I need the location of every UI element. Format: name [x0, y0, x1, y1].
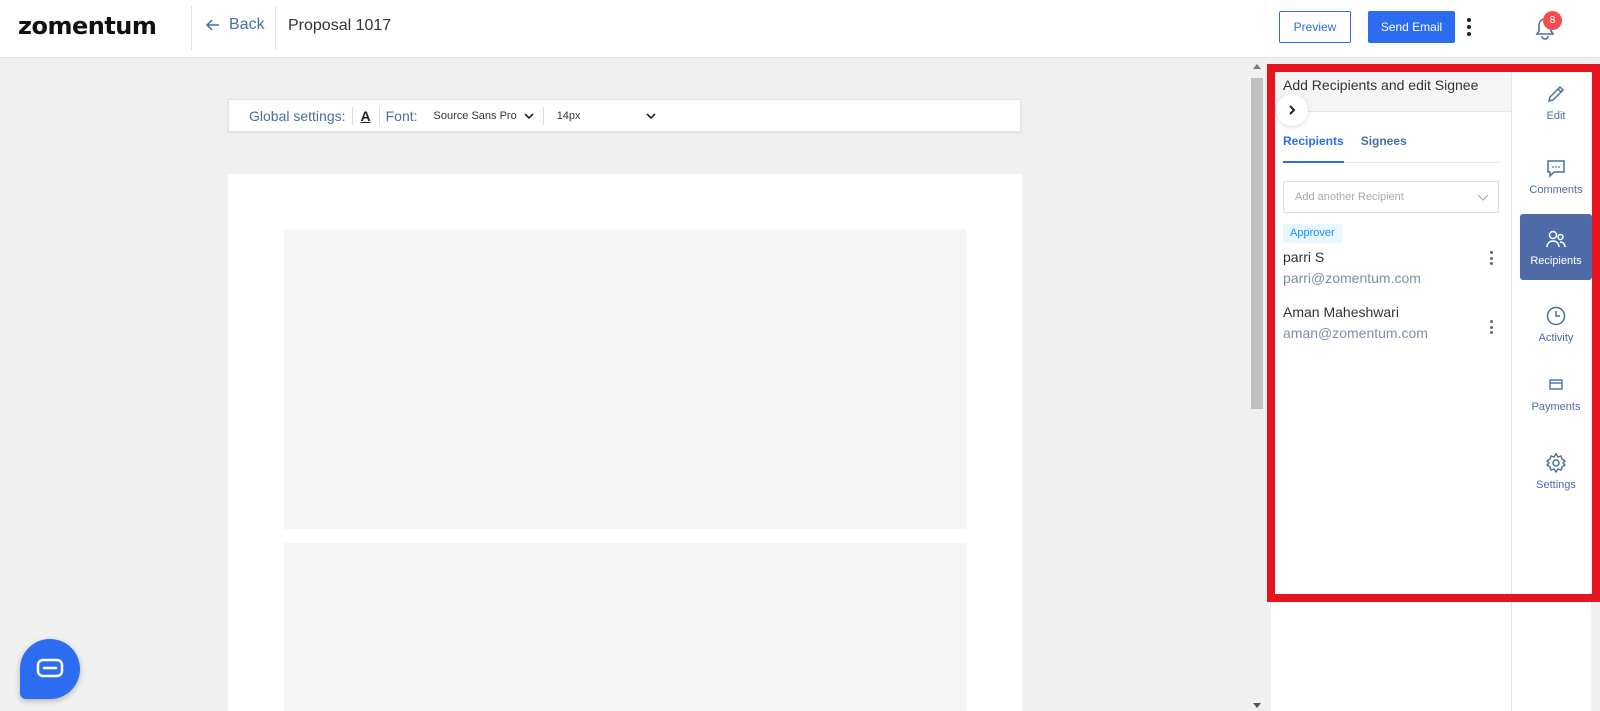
more-options-icon[interactable]	[1464, 16, 1474, 38]
chat-icon	[36, 658, 64, 678]
side-icon-rail: Edit Comments Recipients Activity Paymen…	[1511, 67, 1592, 711]
global-settings-toolbar: Global settings: A Font: Source Sans Pro…	[228, 99, 1021, 132]
recipient-name: parri S	[1283, 249, 1325, 265]
content-block[interactable]	[284, 229, 966, 529]
toolbar-divider	[351, 106, 353, 125]
text-color-button[interactable]: A	[361, 108, 371, 124]
toolbar-divider	[542, 106, 544, 125]
send-email-button[interactable]: Send Email	[1368, 11, 1455, 43]
rail-label: Edit	[1546, 109, 1566, 122]
recipient-email: parri@zomentum.com	[1283, 270, 1421, 286]
collapse-panel-button[interactable]	[1276, 94, 1308, 126]
header-divider	[191, 6, 192, 50]
recipients-panel: Add Recipients and edit Signee Recipient…	[1271, 67, 1511, 711]
rail-label: Comments	[1529, 183, 1583, 196]
recipient-menu-icon[interactable]	[1489, 251, 1493, 265]
font-family-value: Source Sans Pro	[433, 109, 517, 122]
add-recipient-placeholder: Add another Recipient	[1295, 191, 1404, 203]
tab-signees[interactable]: Signees	[1361, 131, 1407, 163]
global-settings-label: Global settings:	[249, 107, 346, 124]
back-button[interactable]: Back	[205, 16, 265, 34]
logo-text: zomentum	[18, 12, 157, 40]
scroll-down-icon[interactable]	[1253, 703, 1261, 708]
clock-icon	[1546, 306, 1566, 325]
tab-recipients[interactable]: Recipients	[1283, 131, 1344, 163]
rail-item-settings[interactable]: Settings	[1520, 438, 1592, 504]
zomentum-logo[interactable]: zomentum	[18, 12, 157, 40]
back-label: Back	[229, 16, 265, 33]
rail-label: Recipients	[1530, 254, 1582, 267]
gear-icon	[1545, 452, 1567, 473]
proposal-title: Proposal 1017	[288, 17, 392, 34]
font-label: Font:	[385, 107, 418, 124]
arrow-left-icon	[205, 19, 219, 31]
add-recipient-select[interactable]: Add another Recipient	[1283, 181, 1499, 213]
chevron-down-icon	[1477, 194, 1489, 201]
chevron-down-icon	[524, 112, 534, 119]
scroll-up-icon[interactable]	[1253, 64, 1261, 69]
font-size-select[interactable]: 14px	[557, 110, 657, 122]
notification-badge: 8	[1543, 11, 1562, 30]
comment-icon	[1547, 159, 1565, 178]
chat-widget-button[interactable]	[20, 639, 80, 699]
recipient-email: aman@zomentum.com	[1283, 325, 1428, 341]
chevron-right-icon	[1289, 105, 1296, 115]
rail-item-payments[interactable]: Payments	[1520, 360, 1592, 426]
content-block[interactable]	[284, 543, 966, 711]
header-divider	[275, 6, 276, 50]
preview-button[interactable]: Preview	[1279, 11, 1351, 43]
users-icon	[1546, 230, 1566, 247]
proposal-page	[228, 174, 1022, 711]
rail-item-activity[interactable]: Activity	[1520, 291, 1592, 357]
rail-item-recipients[interactable]: Recipients	[1520, 214, 1592, 280]
scrollbar-thumb[interactable]	[1251, 78, 1263, 409]
font-size-value: 14px	[556, 109, 581, 122]
rail-label: Activity	[1538, 331, 1574, 344]
rail-item-comments[interactable]: Comments	[1520, 143, 1592, 209]
rail-item-edit[interactable]: Edit	[1520, 69, 1592, 135]
font-family-select[interactable]: Source Sans Pro	[434, 110, 535, 122]
recipient-name: Aman Maheshwari	[1283, 304, 1399, 320]
approver-tag: Approver	[1283, 224, 1342, 243]
chevron-down-icon	[646, 112, 656, 119]
recipient-menu-icon[interactable]	[1489, 320, 1493, 334]
top-header: zomentum Back Proposal 1017 Preview Send…	[0, 0, 1600, 58]
panel-tabs: Recipients Signees	[1283, 131, 1499, 163]
toolbar-divider	[378, 106, 380, 125]
rail-label: Settings	[1536, 478, 1576, 491]
rail-label: Payments	[1531, 400, 1581, 413]
pencil-icon	[1547, 85, 1565, 102]
card-icon	[1549, 378, 1563, 390]
